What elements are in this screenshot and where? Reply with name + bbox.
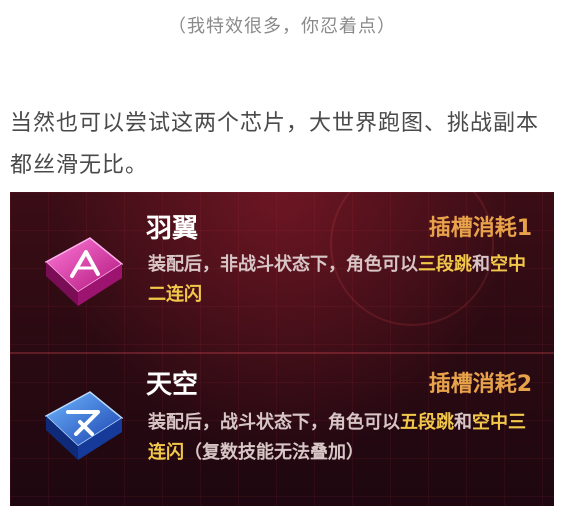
slot-cost: 插槽消耗2 [428,372,532,397]
chip-row-sky: 天空 插槽消耗2 装配后，战斗状态下，角色可以五段跳和空中三连闪（复数技能无法叠… [10,354,554,504]
chip-name: 羽翼 [146,214,199,244]
chip-description: 装配后，非战斗状态下，角色可以三段跳和空中二连闪 [148,250,538,310]
chip-name: 天空 [146,370,199,400]
desc-highlight: 五段跳 [400,412,454,433]
slot-cost: 插槽消耗1 [428,216,532,241]
blue-sky-chip-icon [44,391,124,460]
article-paragraph: 当然也可以尝试这两个芯片，大世界跑图、挑战副本都丝滑无比。 [10,111,540,178]
image-caption: （我特效很多，你忍着点） [168,16,396,37]
pink-wing-chip-icon [44,237,124,306]
desc-text: 和 [472,254,490,275]
desc-text: 装配后，战斗状态下，角色可以 [148,412,400,433]
desc-note: （复数技能无法叠加） [184,442,364,463]
desc-highlight: 三段跳 [418,254,472,275]
chip-row-wing: 羽翼 插槽消耗1 装配后，非战斗状态下，角色可以三段跳和空中二连闪 [10,192,554,342]
desc-text: 装配后，非战斗状态下，角色可以 [148,254,418,275]
chip-info-panel: 羽翼 插槽消耗1 装配后，非战斗状态下，角色可以三段跳和空中二连闪 天空 插槽消… [10,192,554,506]
desc-text: 和 [454,412,472,433]
chip-description: 装配后，战斗状态下，角色可以五段跳和空中三连闪（复数技能无法叠加） [148,408,538,468]
